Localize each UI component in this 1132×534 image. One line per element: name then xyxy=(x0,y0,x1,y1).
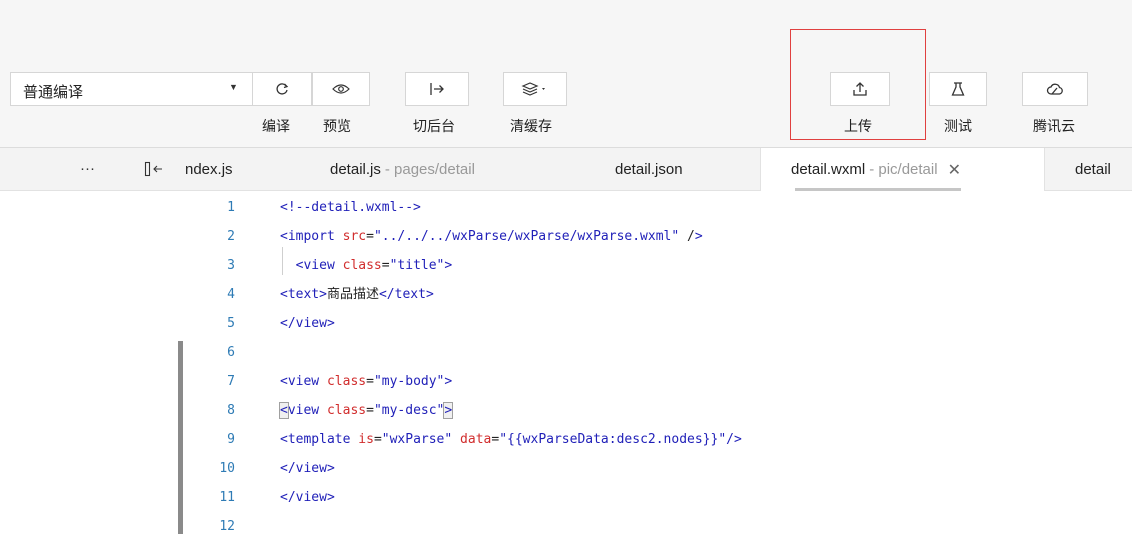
compile-button[interactable] xyxy=(252,72,312,106)
upload-label: 上传 xyxy=(844,118,872,134)
line-number: 6 xyxy=(227,345,235,360)
compile-mode-value: 普通编译 xyxy=(23,84,84,101)
code-line[interactable]: 10 </view> xyxy=(183,454,1132,483)
collapse-sidebar-icon[interactable] xyxy=(144,161,164,177)
tab-index-js[interactable]: ndex.js xyxy=(183,148,253,190)
line-number: 10 xyxy=(219,461,235,476)
tab-detail-json[interactable]: detail.json xyxy=(615,148,725,190)
tab-name: detail.json xyxy=(615,160,683,178)
code-text: <view class="my-body"> xyxy=(280,374,453,389)
test-label: 测试 xyxy=(944,118,972,134)
compile-label: 编译 xyxy=(262,118,290,134)
upload-button[interactable] xyxy=(830,72,890,106)
code-editor[interactable]: 1 <!--detail.wxml--> 2 <import src="../../.… xyxy=(183,191,1132,534)
code-line[interactable]: 5 </view> xyxy=(183,309,1132,338)
line-number: 12 xyxy=(219,519,235,534)
code-line[interactable]: 4 <text>商品描述</text> xyxy=(183,280,1132,309)
tab-detail-wxml[interactable]: detail.wxml - pic/detail ✕ xyxy=(760,148,1045,191)
tab-name: ndex.js xyxy=(185,160,233,178)
code-line[interactable]: 2 <import src="../../../wxParse/wxParse/w… xyxy=(183,222,1132,251)
code-line[interactable]: 12 xyxy=(183,512,1132,534)
code-text: </view> xyxy=(280,316,335,331)
line-number: 2 xyxy=(227,229,235,244)
indent-guide xyxy=(282,247,283,275)
flask-icon xyxy=(950,81,966,97)
compile-mode-select[interactable]: 普通编译 ▼ xyxy=(10,72,252,106)
code-text: <import src="../../../wxParse/wxParse/wx… xyxy=(280,229,703,244)
switch-background-icon xyxy=(429,82,445,96)
code-line[interactable]: 1 <!--detail.wxml--> xyxy=(183,193,1132,222)
test-button[interactable] xyxy=(929,72,987,106)
more-icon[interactable]: ··· xyxy=(80,160,95,177)
code-text: <template is="wxParse" data="{{wxParseDa… xyxy=(280,432,742,447)
chevron-down-icon: ▼ xyxy=(229,82,238,92)
code-text: </view> xyxy=(280,461,335,476)
code-line[interactable]: 9 <template is="wxParse" data="{{wxParseD… xyxy=(183,425,1132,454)
code-line[interactable]: 8 <view class="my-desc"> xyxy=(183,396,1132,425)
sidebar xyxy=(0,191,183,534)
tab-detail[interactable]: detail xyxy=(1075,148,1132,190)
tab-name: detail xyxy=(1075,160,1111,178)
tab-path: - pages/detail xyxy=(384,160,475,178)
toolbar: 普通编译 ▼ 编译 预览 切后台 清缓存 上传 测试 腾讯云 xyxy=(0,0,1132,148)
layers-icon xyxy=(521,81,549,97)
tab-detail-js[interactable]: detail.js - pages/detail xyxy=(330,148,540,190)
line-number: 1 xyxy=(227,200,235,215)
line-number: 3 xyxy=(227,258,235,273)
cloud-icon xyxy=(1046,82,1064,96)
code-line[interactable]: 11 </view> xyxy=(183,483,1132,512)
upload-icon xyxy=(852,81,868,97)
code-text: <text>商品描述</text> xyxy=(280,287,434,302)
line-number: 7 xyxy=(227,374,235,389)
code-line[interactable]: 6 xyxy=(183,338,1132,367)
line-number: 9 xyxy=(227,432,235,447)
switch-background-button[interactable] xyxy=(405,72,469,106)
line-number: 8 xyxy=(227,403,235,418)
code-text: <view class="title"> xyxy=(295,258,453,273)
code-line[interactable]: 3 <view class="title"> xyxy=(183,251,1132,280)
tencent-cloud-label: 腾讯云 xyxy=(1033,118,1075,134)
tab-name: detail.js xyxy=(330,160,381,178)
code-text: <view class="my-desc"> xyxy=(279,402,454,419)
tab-path: - pic/detail xyxy=(869,161,938,178)
code-text: <!--detail.wxml--> xyxy=(280,200,421,215)
close-icon[interactable]: ✕ xyxy=(948,160,961,180)
line-number: 11 xyxy=(219,490,235,505)
tab-name: detail.wxml xyxy=(791,161,866,178)
line-number: 4 xyxy=(227,287,235,302)
eye-icon xyxy=(332,82,350,96)
clear-cache-button[interactable] xyxy=(503,72,567,106)
backend-label: 切后台 xyxy=(413,118,455,134)
editor-tab-bar: ··· ndex.js detail.js - pages/detail det… xyxy=(0,148,1132,191)
clear-cache-label: 清缓存 xyxy=(510,118,552,134)
code-text: </view> xyxy=(280,490,335,505)
refresh-icon xyxy=(274,81,290,97)
line-number: 5 xyxy=(227,316,235,331)
code-line[interactable]: 7 <view class="my-body"> xyxy=(183,367,1132,396)
tencent-cloud-button[interactable] xyxy=(1022,72,1088,106)
preview-label: 预览 xyxy=(323,118,351,134)
preview-button[interactable] xyxy=(312,72,370,106)
